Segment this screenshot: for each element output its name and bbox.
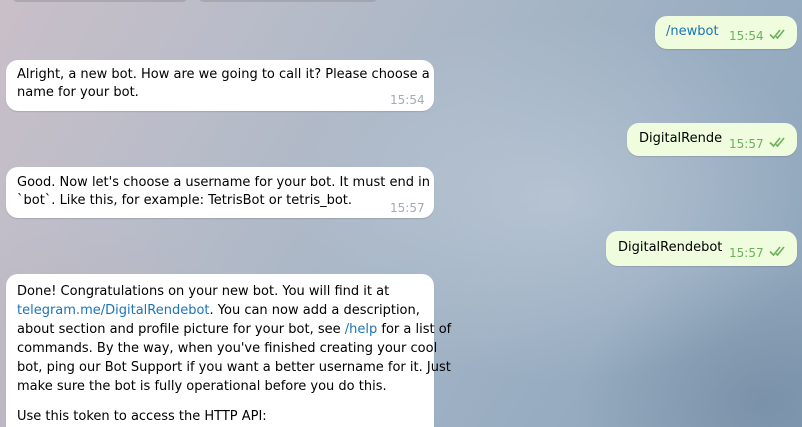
message-text-line: Done! Congratulations on your new bot. Y… — [17, 284, 390, 299]
message-outgoing[interactable]: /newbot 15:54 — [655, 16, 797, 49]
message-time: 15:57 — [390, 201, 425, 215]
message-text-line: make sure the bot is fully operational b… — [17, 379, 387, 394]
message-text-line: name for your bot. — [17, 85, 139, 100]
message-incoming: Done! Congratulations on your new bot. Y… — [6, 274, 451, 427]
message-time: 15:57 — [729, 137, 764, 151]
message-text-line: commands. By the way, when you've finish… — [17, 341, 438, 356]
message-time: 15:57 — [729, 246, 764, 260]
command-link[interactable]: /newbot — [666, 23, 719, 41]
message-text-segment: . You can now add a description, — [209, 303, 420, 318]
message-text-line: telegram.me/DigitalRendebot. You can now… — [17, 302, 420, 320]
message-incoming: Alright, a new bot. How are we going to … — [6, 60, 434, 111]
message-text-line: Good. Now let's choose a username for yo… — [17, 175, 430, 190]
message-text-segment: for a list of — [377, 322, 452, 337]
double-check-icon — [769, 29, 785, 40]
message-time: 15:54 — [390, 93, 425, 107]
message-outgoing[interactable]: DigitalRende 15:57 — [627, 123, 797, 156]
previous-message-edge — [12, 0, 188, 2]
help-command-link[interactable]: /help — [345, 322, 377, 337]
message-text-line: about section and profile picture for yo… — [17, 321, 451, 339]
message-incoming: Good. Now let's choose a username for yo… — [6, 167, 434, 218]
message-text: DigitalRende — [639, 131, 723, 146]
message-time: 15:54 — [729, 29, 764, 43]
message-text-segment: about section and profile picture for yo… — [17, 322, 345, 337]
message-text-line: bot, ping our Bot Support if you want a … — [17, 360, 451, 375]
message-text-line: Alright, a new bot. How are we going to … — [17, 67, 430, 82]
double-check-icon — [769, 137, 785, 148]
message-text-line: Use this token to access the HTTP API: — [17, 409, 267, 424]
bot-link[interactable]: telegram.me/DigitalRendebot — [17, 303, 210, 318]
previous-message-edge — [198, 0, 378, 2]
message-outgoing[interactable]: DigitalRendebot 15:57 — [606, 231, 797, 266]
message-text-line: `bot`. Like this, for example: TetrisBot… — [17, 193, 353, 208]
double-check-icon — [769, 246, 785, 257]
message-text: DigitalRendebot — [618, 240, 723, 255]
